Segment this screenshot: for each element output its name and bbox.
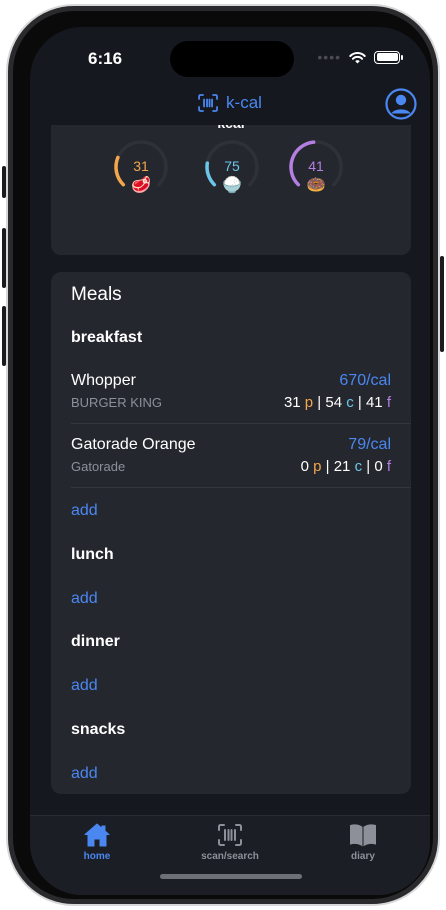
tab-bar: home scan/search diary <box>30 815 430 895</box>
food-calories: 670/cal <box>339 372 391 389</box>
carbs-amount: 54 <box>325 394 343 411</box>
power-button <box>440 256 444 352</box>
fat-value: 41 <box>308 158 324 174</box>
add-dinner-button[interactable]: add <box>71 677 98 695</box>
protein-amount: 31 <box>283 394 301 411</box>
food-macros: 0 p | 21 c | 0 f <box>300 458 391 475</box>
fat-letter: f <box>386 394 391 411</box>
rice-icon: 🍚 <box>222 177 242 194</box>
meals-title: Meals <box>71 284 122 305</box>
home-indicator <box>160 874 302 879</box>
cellular-signal-icon: •••• <box>317 49 341 65</box>
barcode-scan-icon <box>218 824 242 846</box>
food-name: Gatorade Orange <box>71 436 196 453</box>
section-snacks: snacks <box>71 721 126 738</box>
food-macros: 31 p | 54 c | 41 f <box>283 394 391 411</box>
profile-icon[interactable] <box>384 87 418 121</box>
tab-scan-search-label: scan/search <box>201 851 259 862</box>
food-brand: Gatorade <box>71 459 126 474</box>
add-snacks-button[interactable]: add <box>71 765 98 783</box>
fat-amount: 0 <box>374 458 383 475</box>
food-name: Whopper <box>71 372 136 389</box>
section-dinner: dinner <box>71 633 120 650</box>
add-lunch-button[interactable]: add <box>71 590 98 608</box>
home-icon <box>84 823 110 847</box>
home-scroll-view[interactable]: kcal 31 🥩 75 🍚 <box>30 125 430 815</box>
protein-amount: 0 <box>300 458 309 475</box>
kcal-label: kcal <box>217 125 244 131</box>
tab-home[interactable]: home <box>52 822 142 866</box>
tab-scan-search[interactable]: scan/search <box>185 822 275 866</box>
steak-icon: 🥩 <box>131 177 151 194</box>
section-lunch: lunch <box>71 546 114 563</box>
app-title: k-cal <box>226 93 262 112</box>
protein-letter: p <box>313 458 322 475</box>
fat-ring: 41 🍩 <box>288 139 344 219</box>
food-brand: BURGER KING <box>71 395 163 410</box>
status-time: 6:16 <box>88 49 123 68</box>
battery-icon <box>374 50 403 64</box>
food-calories: 79/cal <box>348 436 391 453</box>
add-breakfast-button[interactable]: add <box>71 502 98 520</box>
carbs-letter: c <box>346 394 354 411</box>
fat-amount: 41 <box>365 394 383 411</box>
status-icons: •••• <box>317 49 403 65</box>
row-divider <box>71 423 411 424</box>
donut-icon: 🍩 <box>306 177 326 194</box>
protein-letter: p <box>304 394 314 411</box>
carbs-value: 75 <box>224 158 240 174</box>
wifi-icon <box>349 51 366 63</box>
tab-home-label: home <box>83 851 111 862</box>
protein-value: 31 <box>133 158 149 174</box>
protein-ring: 31 🥩 <box>113 139 169 219</box>
app-screen: 6:16 •••• k-cal 31 🥩 75 🍚 41 🍩 Meals bre… <box>30 27 430 895</box>
daily-summary-card: kcal 31 🥩 75 🍚 <box>51 125 411 255</box>
section-breakfast: breakfast <box>71 329 143 346</box>
barcode-scan-icon <box>198 94 218 112</box>
fat-letter: f <box>386 458 391 475</box>
phone-frame: 6:16 •••• k-cal 31 🥩 75 🍚 41 🍩 Meals bre… <box>6 4 440 906</box>
app-brand: k-cal <box>198 93 262 113</box>
book-icon <box>350 824 376 847</box>
tab-diary[interactable]: diary <box>318 822 408 866</box>
carbs-letter: c <box>354 458 363 475</box>
tab-diary-label: diary <box>351 851 375 862</box>
carbs-ring: 75 🍚 <box>204 139 260 219</box>
dynamic-island <box>170 41 294 77</box>
row-divider <box>71 487 411 488</box>
meals-card: Meals breakfast Whopper BURGER KING 670/… <box>51 272 411 794</box>
carbs-amount: 21 <box>333 458 351 475</box>
nav-bar: k-cal <box>30 85 430 125</box>
